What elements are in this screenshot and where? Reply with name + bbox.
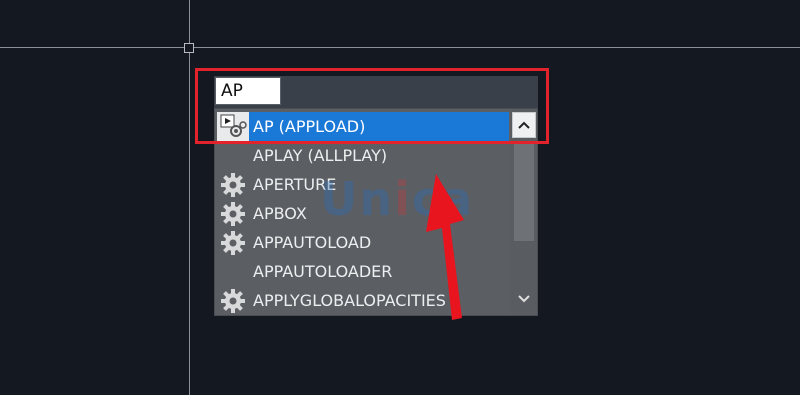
scrollbar-thumb[interactable] [514, 141, 534, 241]
crosshair-horizontal-line [0, 47, 800, 48]
chevron-down-icon [518, 295, 530, 303]
autocomplete-item-label: APPAUTOLOAD [253, 233, 372, 252]
gear-icon [221, 231, 245, 255]
crosshair-vertical-line [189, 0, 190, 395]
scroll-down-button[interactable] [512, 287, 536, 311]
drawing-canvas[interactable]: AP AP (APPLOAD) APLAY (ALLPLAY) APERTURE… [0, 0, 800, 395]
gear-icon [221, 173, 245, 197]
gear-icon [221, 202, 245, 226]
autocomplete-item-label: APBOX [253, 204, 307, 223]
autocomplete-item-label: APPAUTOLOADER [253, 262, 393, 281]
cursor-pickbox [184, 43, 194, 53]
gear-icon [221, 289, 245, 313]
annotation-arrow-icon [426, 174, 464, 320]
autocomplete-item-aplay[interactable]: APLAY (ALLPLAY) [217, 141, 509, 170]
highlight-annotation-box [195, 68, 549, 144]
autocomplete-item-label: APLAY (ALLPLAY) [253, 146, 388, 165]
